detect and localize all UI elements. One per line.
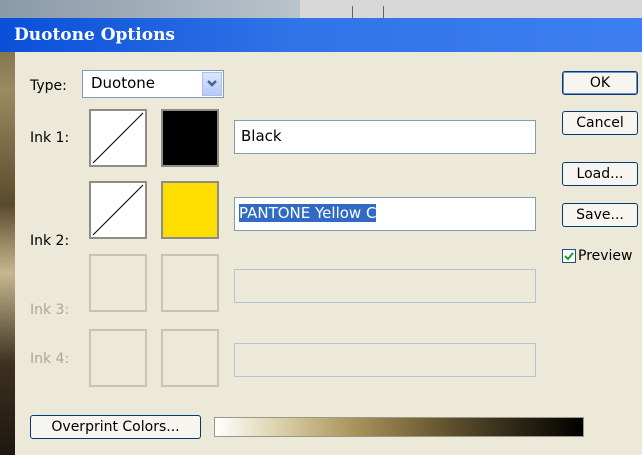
ink3-name-field xyxy=(234,269,536,303)
background-window-strip xyxy=(0,0,642,18)
curve-icon xyxy=(92,184,144,236)
type-select[interactable]: Duotone xyxy=(82,70,224,98)
ink2-name-text: PANTONE Yellow C xyxy=(239,204,377,222)
ink4-curve-box xyxy=(89,329,147,387)
curve-icon xyxy=(92,112,144,164)
save-button-label: Save... xyxy=(576,207,624,223)
ink2-curve-box[interactable] xyxy=(89,181,147,239)
overprint-colors-button-label: Overprint Colors... xyxy=(51,419,180,435)
duotone-options-dialog: Type: Duotone Ink 1: Black Ink 2: PANTON… xyxy=(15,52,642,455)
dialog-titlebar[interactable]: Duotone Options xyxy=(0,18,642,52)
load-button-label: Load... xyxy=(576,166,624,182)
strip-tick xyxy=(352,6,353,18)
type-label: Type: xyxy=(30,78,67,94)
type-select-value: Duotone xyxy=(91,74,156,92)
ink1-color-swatch[interactable] xyxy=(161,109,219,167)
ink3-color-swatch xyxy=(161,254,219,312)
cancel-button-label: Cancel xyxy=(576,115,624,131)
ink4-label: Ink 4: xyxy=(30,351,70,367)
ink2-label: Ink 2: xyxy=(30,233,70,249)
preview-label[interactable]: Preview xyxy=(578,246,633,266)
ink2-color-swatch[interactable] xyxy=(161,181,219,239)
checkmark-icon xyxy=(564,252,574,261)
ink3-label: Ink 3: xyxy=(30,302,70,318)
chevron-down-icon[interactable] xyxy=(202,72,222,96)
duotone-gradient-preview xyxy=(214,417,584,437)
ink2-name-field[interactable]: PANTONE Yellow C xyxy=(234,197,536,231)
ink1-label: Ink 1: xyxy=(30,130,70,146)
ink4-name-field xyxy=(234,343,536,377)
ink3-curve-box xyxy=(89,254,147,312)
dialog-title: Duotone Options xyxy=(14,25,176,45)
ok-button-label: OK xyxy=(589,75,611,91)
preview-checkbox[interactable] xyxy=(562,249,576,263)
strip-tick xyxy=(383,6,384,18)
load-button[interactable]: Load... xyxy=(562,162,638,186)
strip-shade xyxy=(0,0,300,18)
ink4-color-swatch xyxy=(161,329,219,387)
ink1-curve-box[interactable] xyxy=(89,109,147,167)
save-button[interactable]: Save... xyxy=(562,203,638,227)
ink1-name-field[interactable]: Black xyxy=(234,120,536,154)
ok-button[interactable]: OK xyxy=(562,71,638,95)
ink1-name-text: Black xyxy=(241,127,282,145)
overprint-colors-button[interactable]: Overprint Colors... xyxy=(30,415,201,439)
cancel-button[interactable]: Cancel xyxy=(562,111,638,135)
